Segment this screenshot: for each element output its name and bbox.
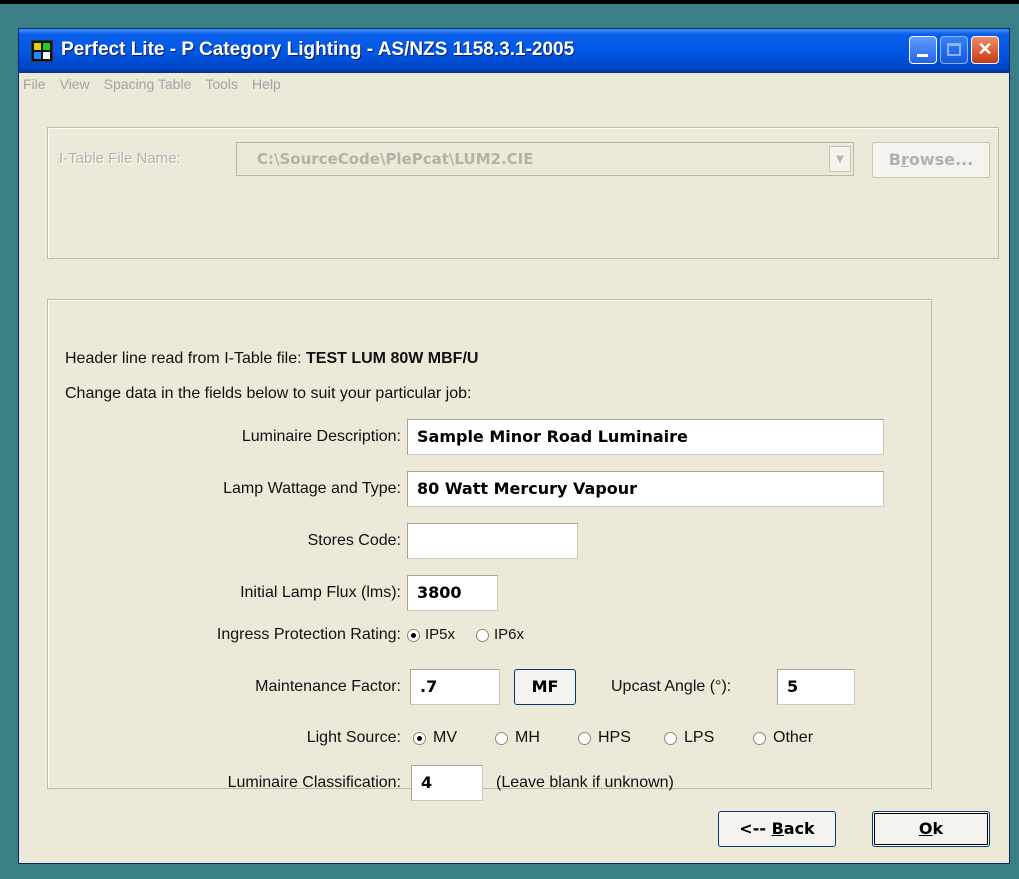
itable-file-label: I-Table File Name:	[59, 150, 181, 167]
classification-input[interactable]: 4	[411, 765, 483, 801]
header-line-value: TEST LUM 80W MBF/U	[306, 350, 479, 367]
light-source-label: Light Source:	[306, 729, 401, 746]
light-source-mh-radio[interactable]	[495, 732, 508, 745]
lamp-wattage-input[interactable]: 80 Watt Mercury Vapour	[407, 471, 884, 507]
luminaire-data-panel: Header line read from I-Table file: TEST…	[47, 299, 932, 801]
minimize-icon	[917, 54, 928, 57]
menu-view[interactable]: View	[60, 76, 90, 92]
itable-file-value: C:\SourceCode\PlePcat\LUM2.CIE	[257, 150, 534, 168]
light-source-hps-radio[interactable]	[578, 732, 591, 745]
mf-button[interactable]: MF	[514, 669, 576, 705]
light-source-lps-label: LPS	[684, 729, 715, 746]
itable-file-combo: C:\SourceCode\PlePcat\LUM2.CIE ▼	[236, 142, 854, 176]
ip6x-label: IP6x	[494, 626, 525, 643]
lamp-wattage-label: Lamp Wattage and Type:	[223, 480, 401, 497]
menu-bar: File View Spacing Table Tools Help	[19, 73, 1013, 95]
classification-label: Luminaire Classification:	[227, 774, 401, 791]
upcast-angle-input[interactable]: 5	[777, 669, 855, 705]
title-bar[interactable]: Perfect Lite - P Category Lighting - AS/…	[19, 29, 1009, 73]
maximize-button	[940, 36, 968, 64]
classification-hint: (Leave blank if unknown)	[496, 774, 674, 791]
upcast-angle-label: Upcast Angle (°):	[611, 678, 732, 695]
stores-code-input[interactable]	[407, 523, 578, 559]
menu-spacing-table[interactable]: Spacing Table	[104, 76, 192, 92]
itable-panel: I-Table File Name: C:\SourceCode\PlePcat…	[47, 127, 999, 259]
close-icon: ✕	[977, 39, 993, 59]
back-button[interactable]: <-- Back	[718, 811, 836, 847]
app-icon[interactable]	[31, 40, 53, 62]
maximize-icon	[947, 43, 961, 56]
menu-tools[interactable]: Tools	[205, 76, 238, 92]
main-window: Perfect Lite - P Category Lighting - AS/…	[18, 28, 1010, 864]
lamp-flux-label: Initial Lamp Flux (lms):	[240, 584, 401, 601]
menu-help[interactable]: Help	[252, 76, 281, 92]
ip6x-radio[interactable]	[476, 629, 489, 642]
ingress-protection-label: Ingress Protection Rating:	[216, 626, 401, 643]
light-source-mh-label: MH	[515, 729, 540, 746]
light-source-mv-label: MV	[433, 729, 457, 746]
stores-code-label: Stores Code:	[307, 532, 401, 549]
browse-button: Browse...	[872, 142, 990, 178]
lamp-flux-input[interactable]: 3800	[407, 575, 498, 611]
light-source-hps-label: HPS	[598, 729, 631, 746]
window-title: Perfect Lite - P Category Lighting - AS/…	[61, 39, 575, 60]
menu-file[interactable]: File	[23, 76, 46, 92]
minimize-button[interactable]	[909, 36, 937, 64]
luminaire-description-input[interactable]: Sample Minor Road Luminaire	[407, 419, 884, 455]
light-source-other-radio[interactable]	[753, 732, 766, 745]
light-source-lps-radio[interactable]	[664, 732, 677, 745]
light-source-other-label: Other	[773, 729, 814, 746]
light-source-mv-radio[interactable]	[413, 732, 426, 745]
maintenance-factor-input[interactable]: .7	[410, 669, 500, 705]
instruction-text: Change data in the fields below to suit …	[65, 385, 472, 402]
luminaire-description-label: Luminaire Description:	[241, 428, 401, 445]
ip5x-label: IP5x	[425, 626, 456, 643]
ip5x-radio[interactable]	[407, 629, 420, 642]
close-button[interactable]: ✕	[971, 36, 999, 64]
chevron-down-icon: ▼	[829, 146, 851, 172]
header-line-text: Header line read from I-Table file: TEST…	[65, 350, 479, 367]
maintenance-factor-label: Maintenance Factor:	[255, 678, 401, 695]
ok-button[interactable]: Ok	[872, 811, 990, 847]
